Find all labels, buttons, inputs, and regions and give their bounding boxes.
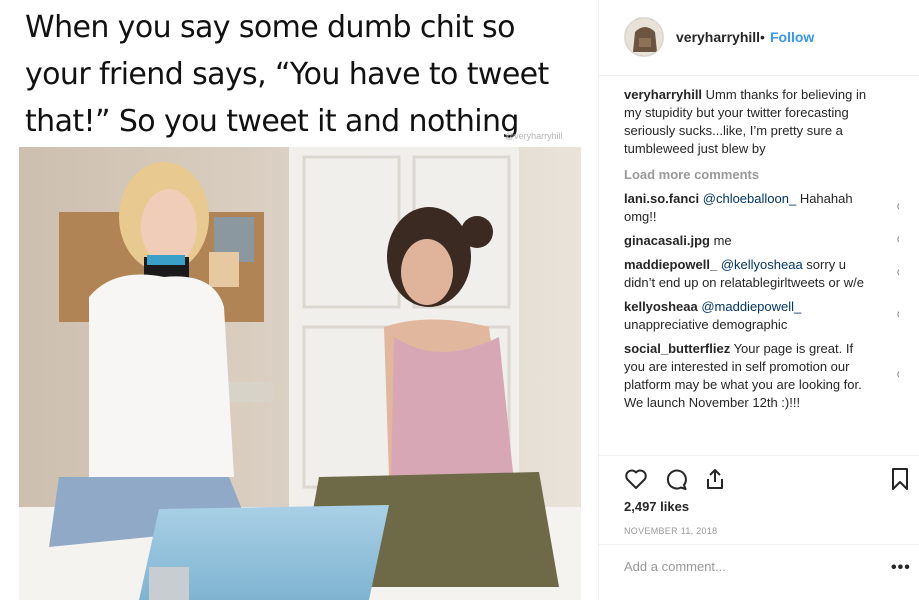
bookmark-icon[interactable] <box>888 467 912 491</box>
watermark: @veryharryhill <box>505 131 563 141</box>
header-separator: • <box>760 29 765 45</box>
list-item: social_butterfliez Your page is great. I… <box>624 340 899 412</box>
list-item: lani.so.fanci @chloeballoon_ Hahahah omg… <box>624 190 899 226</box>
avatar[interactable] <box>624 17 664 57</box>
heart-icon[interactable] <box>624 467 648 491</box>
comment-icon[interactable] <box>664 467 688 491</box>
comment-username[interactable]: lani.so.fanci <box>624 191 699 206</box>
comment-username[interactable]: kellyosheaa <box>624 299 698 314</box>
comment-text: unappreciative demographic <box>624 317 788 332</box>
list-item: maddiepowell_ @kellyosheaa sorry u didn’… <box>624 256 899 292</box>
share-icon[interactable] <box>703 467 727 491</box>
comments-list[interactable]: veryharryhill Umm thanks for believing i… <box>624 86 899 454</box>
comment-username[interactable]: social_butterfliez <box>624 341 730 356</box>
comment-like-icon[interactable] <box>897 202 899 214</box>
comment-mention[interactable]: @chloeballoon_ <box>703 191 796 206</box>
post-photo <box>19 147 581 600</box>
comment-username[interactable]: ginacasali.jpg <box>624 233 710 248</box>
caption-username[interactable]: veryharryhill <box>624 87 702 102</box>
comment-like-icon[interactable] <box>897 235 899 247</box>
post-sidebar: veryharryhill • Follow veryharryhill Umm… <box>598 0 919 600</box>
post-header: veryharryhill • Follow <box>599 0 919 76</box>
post-media[interactable]: When you say some dumb chit so your frie… <box>0 0 598 600</box>
more-options-button[interactable]: ••• <box>891 559 911 577</box>
comment-text: me <box>709 233 732 248</box>
comment-like-icon[interactable] <box>897 310 899 322</box>
comment-mention[interactable]: @maddiepowell_ <box>701 299 801 314</box>
list-item: ginacasali.jpg me <box>624 232 899 250</box>
post-caption: veryharryhill Umm thanks for believing i… <box>624 86 899 158</box>
comment-like-icon[interactable] <box>897 268 899 280</box>
add-comment-bar: ••• <box>599 544 919 600</box>
comment-mention[interactable]: @kellyosheaa <box>721 257 803 272</box>
follow-button[interactable]: Follow <box>770 29 814 45</box>
comment-like-icon[interactable] <box>897 370 899 382</box>
likes-count[interactable]: 2,497 likes <box>624 499 689 514</box>
list-item: kellyosheaa @maddiepowell_ unappreciativ… <box>624 298 899 334</box>
action-bar: 2,497 likes NOVEMBER 11, 2018 ••• <box>599 455 919 600</box>
post-date: NOVEMBER 11, 2018 <box>624 526 718 536</box>
header-username[interactable]: veryharryhill <box>676 29 760 45</box>
comment-username[interactable]: maddiepowell_ <box>624 257 717 272</box>
load-more-comments-button[interactable]: Load more comments <box>624 167 899 182</box>
add-comment-input[interactable] <box>624 559 874 574</box>
